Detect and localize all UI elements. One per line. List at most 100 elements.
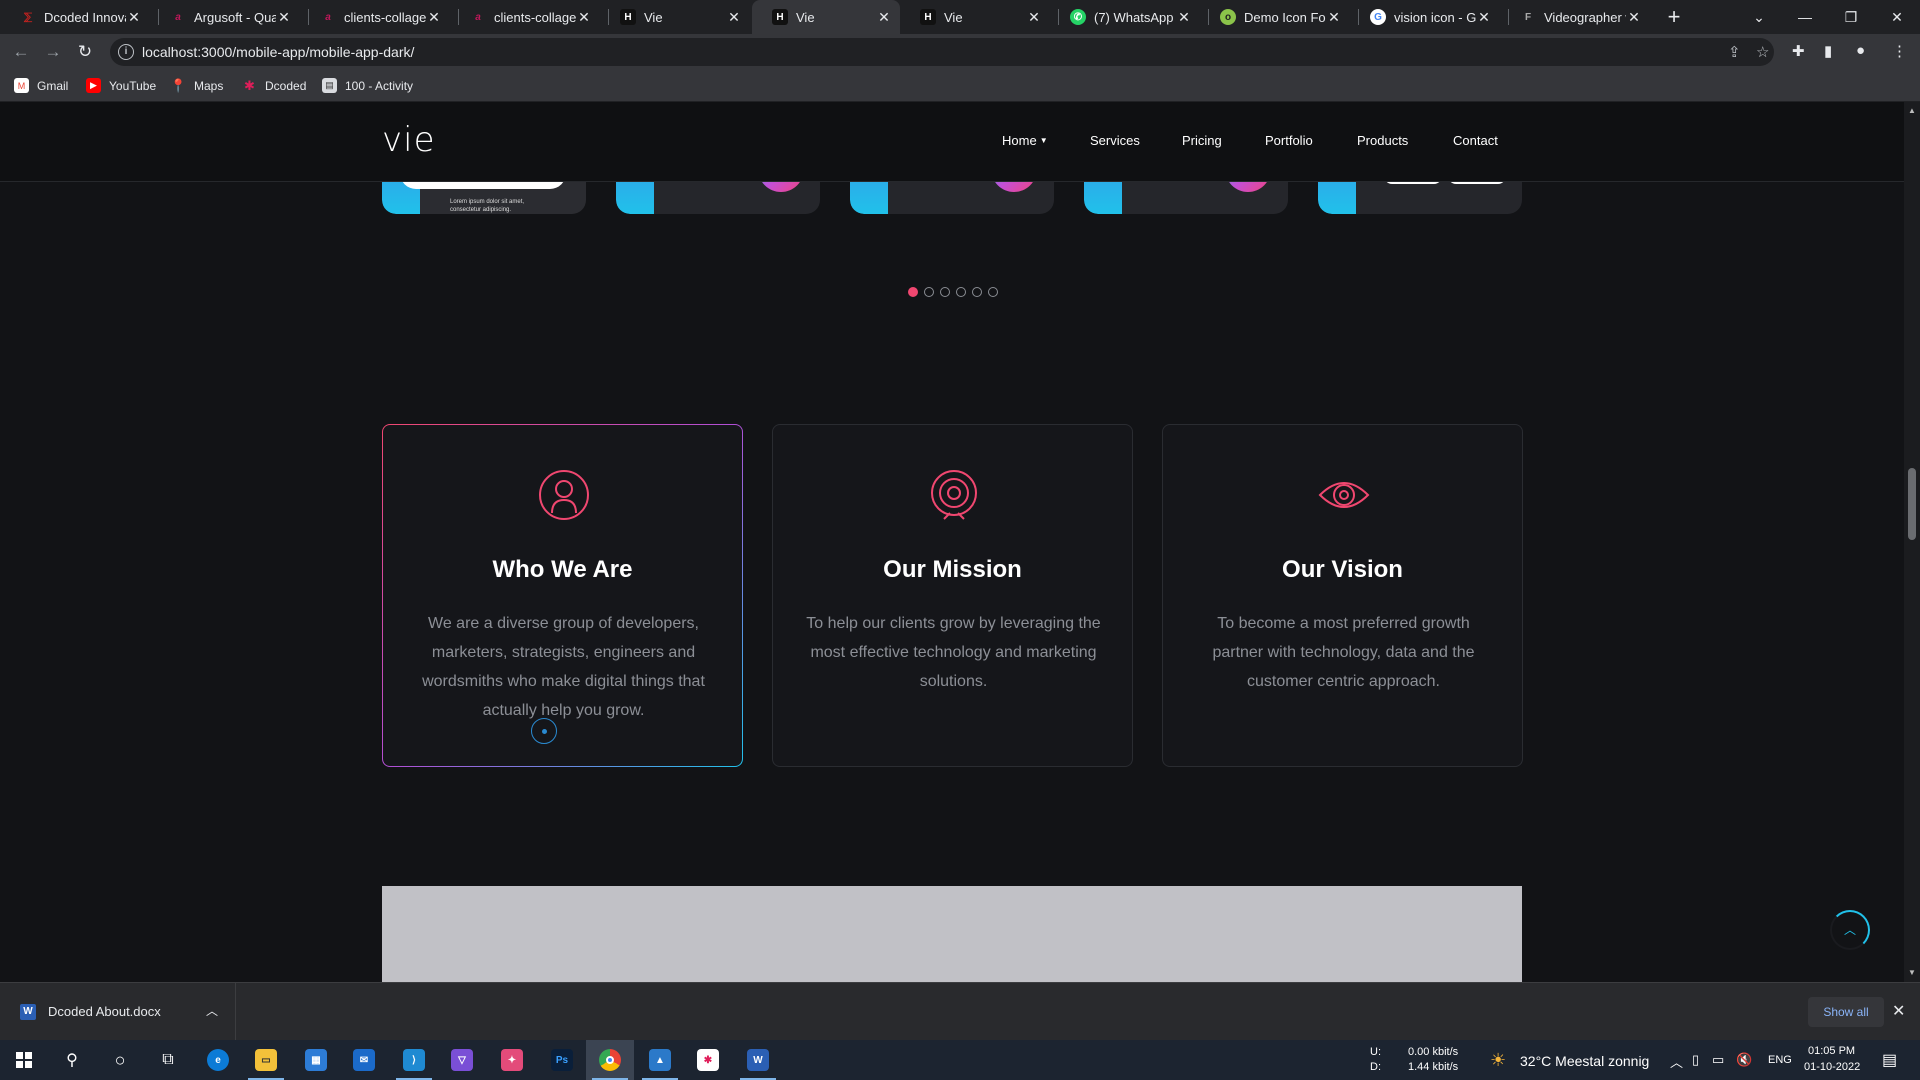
close-icon[interactable]: ✕ (276, 9, 292, 26)
file-explorer-icon[interactable]: ▭ (242, 1040, 290, 1080)
page-scrollbar[interactable]: ▲ ▼ (1904, 102, 1920, 982)
minimize-button[interactable]: — (1782, 0, 1828, 34)
close-icon[interactable]: ✕ (1476, 9, 1492, 26)
weather-icon[interactable]: ☀ (1490, 1050, 1506, 1071)
nav-services[interactable]: Services (1090, 133, 1140, 148)
close-window-button[interactable]: ✕ (1874, 0, 1920, 34)
bookmark-youtube[interactable]: ▶ YouTube (86, 78, 156, 93)
url-text[interactable]: localhost:3000/mobile-app/mobile-app-dar… (142, 44, 414, 60)
vpn-icon[interactable]: ▽ (438, 1040, 486, 1080)
close-icon[interactable]: ✕ (1326, 9, 1342, 26)
chevron-up-icon[interactable]: ︿ (206, 1002, 218, 1019)
slider-dot[interactable] (908, 287, 918, 297)
tab-clients-collage-1[interactable]: a clients-collage.p ✕ (300, 0, 450, 34)
mail-icon[interactable]: ✉ (340, 1040, 388, 1080)
network-icon[interactable]: ▭ (1712, 1052, 1724, 1068)
bookmarks-bar: M Gmail ▶ YouTube 📍 Maps ✱ Dcoded ▤ 100 … (0, 70, 1920, 102)
slider-dot[interactable] (988, 287, 998, 297)
chrome-icon[interactable] (586, 1040, 634, 1080)
slider-dot[interactable] (956, 287, 966, 297)
notifications-icon[interactable]: ▤ (1882, 1050, 1897, 1070)
nav-pricing[interactable]: Pricing (1182, 133, 1222, 148)
address-bar[interactable]: i localhost:3000/mobile-app/mobile-app-d… (110, 38, 1774, 66)
device-icon[interactable]: ▯ (1692, 1052, 1699, 1068)
our-mission-card[interactable]: Our Mission To help our clients grow by … (772, 424, 1133, 767)
close-icon[interactable]: ✕ (726, 9, 742, 26)
restore-button[interactable]: ❐ (1828, 0, 1874, 34)
nav-products[interactable]: Products (1357, 133, 1408, 148)
tab-google-search[interactable]: G vision icon - Go ✕ (1350, 0, 1500, 34)
scroll-to-top-button[interactable]: ︿ (1830, 910, 1870, 950)
photos-icon[interactable]: ▲ (636, 1040, 684, 1080)
volume-icon[interactable]: 🔇 (1736, 1052, 1752, 1068)
menu-icon[interactable]: ⋮ (1892, 42, 1907, 60)
task-view-icon[interactable]: ⧉ (144, 1040, 192, 1080)
close-icon[interactable]: ✕ (576, 9, 592, 26)
profile-icon[interactable]: ● (1856, 42, 1865, 59)
weather-text[interactable]: 32°C Meestal zonnig (1520, 1053, 1649, 1069)
tab-search-chevron-icon[interactable]: ⌄ (1736, 0, 1782, 34)
start-button[interactable] (0, 1040, 48, 1080)
show-all-button[interactable]: Show all (1808, 997, 1884, 1027)
search-icon[interactable]: ⚲ (48, 1040, 96, 1080)
slack-icon[interactable]: ✱ (684, 1040, 732, 1080)
forward-button[interactable]: → (40, 40, 66, 64)
close-icon[interactable]: ✕ (1026, 9, 1042, 26)
tab-demo-icon-font[interactable]: o Demo Icon Font ✕ (1200, 0, 1350, 34)
photoshop-icon[interactable]: Ps (538, 1040, 586, 1080)
chevron-up-icon[interactable]: ︿ (1670, 1052, 1683, 1071)
nav-portfolio[interactable]: Portfolio (1265, 133, 1313, 148)
tab-argusoft[interactable]: a Argusoft - Quali ✕ (150, 0, 300, 34)
side-panel-icon[interactable]: ▮ (1824, 42, 1832, 60)
close-icon[interactable]: ✕ (1176, 9, 1192, 26)
tab-whatsapp[interactable]: ✆ (7) WhatsApp ✕ (1050, 0, 1200, 34)
store-icon[interactable]: ▦ (292, 1040, 340, 1080)
word-icon[interactable]: W (734, 1040, 782, 1080)
net-up-label: U: (1370, 1046, 1381, 1058)
share-icon[interactable]: ⇪ (1728, 43, 1741, 61)
tab-dcoded[interactable]: ⅀ Dcoded Innovat ✕ (0, 0, 150, 34)
figma-icon[interactable]: ✦ (488, 1040, 536, 1080)
tab-vie-1[interactable]: H Vie ✕ (600, 0, 750, 34)
scrollbar-thumb[interactable] (1908, 468, 1916, 540)
cortana-icon[interactable]: ○ (96, 1040, 144, 1080)
vscode-icon[interactable]: ⟩ (390, 1040, 438, 1080)
who-we-are-card[interactable]: Who We Are We are a diverse group of dev… (382, 424, 743, 767)
youtube-icon: ▶ (86, 78, 101, 93)
edge-icon[interactable]: e (194, 1040, 242, 1080)
extensions-icon[interactable]: ✚ (1792, 42, 1805, 60)
our-vision-card[interactable]: Our Vision To become a most preferred gr… (1162, 424, 1523, 767)
new-tab-button[interactable]: + (1662, 0, 1686, 34)
back-button[interactable]: ← (8, 40, 34, 64)
bookmark-maps[interactable]: 📍 Maps (170, 78, 223, 93)
tab-vie-2[interactable]: H Vie ✕ (752, 0, 900, 34)
tab-vie-3[interactable]: H Vie ✕ (900, 0, 1050, 34)
close-icon[interactable]: ✕ (876, 9, 892, 26)
site-logo[interactable]: vie (382, 120, 436, 160)
clock-date[interactable]: 01-10-2022 (1804, 1061, 1860, 1073)
reload-button[interactable]: ↻ (72, 40, 98, 64)
language-indicator[interactable]: ENG (1768, 1054, 1792, 1066)
bookmark-dcoded[interactable]: ✱ Dcoded (242, 78, 306, 93)
nav-home[interactable]: Home ▼ (1002, 133, 1048, 148)
bookmark-star-icon[interactable]: ☆ (1756, 43, 1769, 61)
close-icon[interactable]: ✕ (1626, 9, 1642, 26)
close-icon[interactable]: ✕ (1892, 1001, 1905, 1021)
close-icon[interactable]: ✕ (426, 9, 442, 26)
slider-dot[interactable] (924, 287, 934, 297)
scroll-up-arrow-icon[interactable]: ▲ (1904, 106, 1920, 115)
download-item[interactable]: W Dcoded About.docx ︿ (0, 983, 236, 1041)
vie-icon: H (620, 9, 636, 25)
site-info-icon[interactable]: i (118, 44, 134, 60)
scroll-down-arrow-icon[interactable]: ▼ (1904, 968, 1920, 977)
download-shelf: W Dcoded About.docx ︿ Show all ✕ (0, 982, 1920, 1041)
slider-dot[interactable] (940, 287, 950, 297)
clock-time[interactable]: 01:05 PM (1808, 1045, 1855, 1057)
bookmark-gmail[interactable]: M Gmail (14, 78, 68, 93)
nav-contact[interactable]: Contact (1453, 133, 1498, 148)
bookmark-activity[interactable]: ▤ 100 - Activity (322, 78, 413, 93)
tab-clients-collage-2[interactable]: a clients-collage.p ✕ (450, 0, 600, 34)
tab-videographer[interactable]: F Videographer w ✕ (1500, 0, 1650, 34)
slider-dot[interactable] (972, 287, 982, 297)
close-icon[interactable]: ✕ (126, 9, 142, 26)
